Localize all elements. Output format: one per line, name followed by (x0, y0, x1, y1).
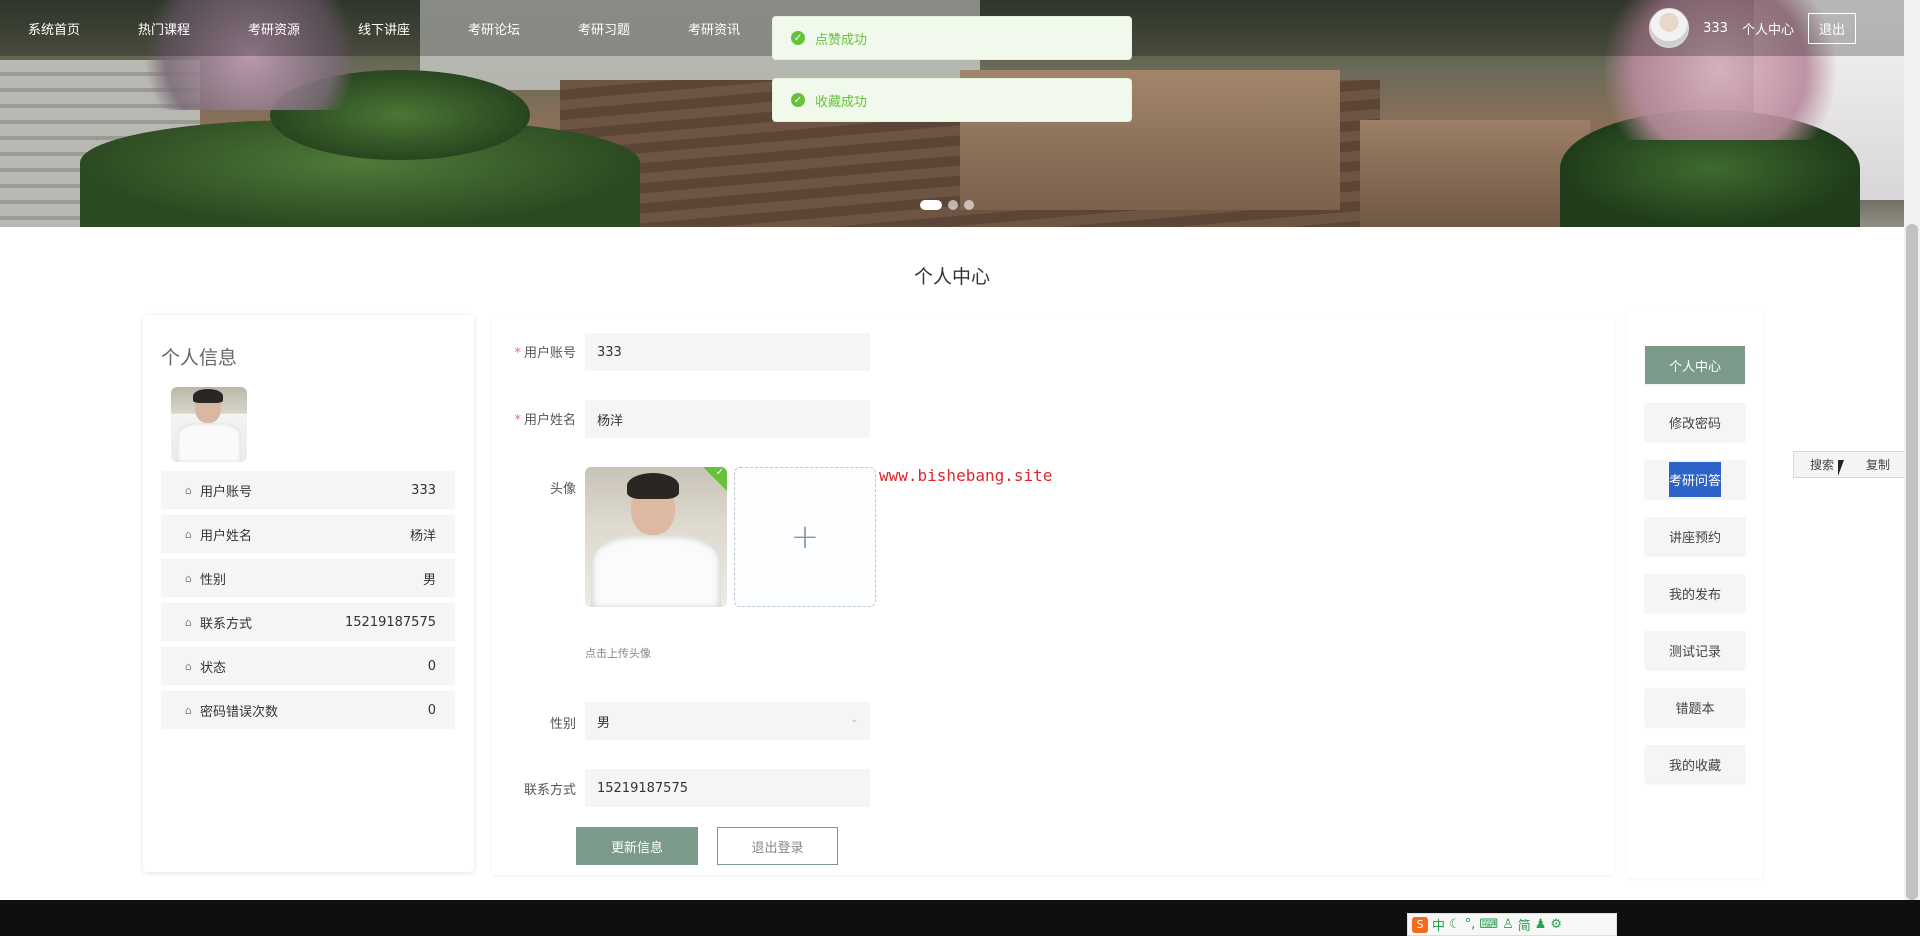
selection-context-menu: 搜索 复制 (1793, 451, 1907, 478)
account-input[interactable]: 333 (585, 333, 870, 371)
nav-item-exercises[interactable]: 考研习题 (578, 19, 630, 38)
home-icon: ⌂ (185, 483, 192, 497)
profile-heading: 个人信息 (161, 347, 238, 369)
toast-like-success: ✓ 点赞成功 (772, 16, 1132, 60)
ime-logo-icon: S (1412, 916, 1428, 933)
gender-select[interactable]: 男 ⌄ (585, 702, 870, 740)
gender-label: 性别 (549, 717, 576, 732)
sidebar-item-password[interactable]: 修改密码 (1645, 403, 1745, 441)
profile-info-list: ⌂ 用户账号 333 ⌂ 用户姓名 杨洋 ⌂ 性别 男 ⌂ 联系方式 152191875… (161, 471, 455, 735)
carousel-dot-1[interactable] (920, 200, 942, 210)
moon-icon[interactable]: ☾ (1449, 917, 1461, 932)
nav-item-home[interactable]: 系统首页 (28, 19, 80, 38)
info-label: 状态 (200, 660, 227, 676)
info-label: 用户姓名 (200, 528, 253, 544)
check-circle-icon: ✓ (791, 93, 805, 107)
info-row-name: ⌂ 用户姓名 杨洋 (161, 515, 455, 553)
info-value: 333 (411, 482, 436, 498)
sidebar-item-lecture-booking[interactable]: 讲座预约 (1645, 517, 1745, 555)
toast-text: 点赞成功 (815, 32, 868, 48)
sidebar-item-wrong-questions[interactable]: 错题本 (1645, 688, 1745, 726)
profile-card: 个人信息 ⌂ 用户账号 333 ⌂ 用户姓名 杨洋 ⌂ 性别 男 ⌂ 联系方式 1521… (143, 315, 474, 872)
mouse-cursor-icon (1838, 460, 1844, 476)
check-circle-icon: ✓ (791, 31, 805, 45)
home-icon: ⌂ (185, 571, 192, 585)
copy-menu-item[interactable]: 复制 (1866, 456, 1890, 473)
update-info-button[interactable]: 更新信息 (576, 827, 698, 865)
nav-item-lectures[interactable]: 线下讲座 (358, 19, 410, 38)
info-label: 密码错误次数 (200, 704, 279, 720)
phone-input[interactable]: 15219187575 (585, 769, 870, 807)
taskbar (0, 900, 1920, 936)
user-icon[interactable]: ♙ (1502, 917, 1514, 932)
info-row-phone: ⌂ 联系方式 15219187575 (161, 603, 455, 641)
check-icon: ✓ (715, 467, 724, 478)
home-icon: ⌂ (185, 703, 192, 717)
avatar-upload-button[interactable]: + (734, 467, 876, 607)
name-input[interactable]: 杨洋 (585, 400, 870, 438)
punctuation-icon[interactable]: °, (1465, 917, 1476, 932)
keyboard-icon[interactable]: ⌨ (1479, 917, 1498, 932)
nav-item-news[interactable]: 考研资讯 (688, 19, 740, 38)
info-row-password-errors: ⌂ 密码错误次数 0 (161, 691, 455, 729)
home-icon: ⌂ (185, 527, 192, 541)
nav-item-forum[interactable]: 考研论坛 (468, 19, 520, 38)
info-row-status: ⌂ 状态 0 (161, 647, 455, 685)
carousel-indicators (920, 200, 974, 210)
username: 333 (1703, 20, 1728, 36)
ime-mode[interactable]: 中 (1432, 915, 1445, 934)
nav-item-resources[interactable]: 考研资源 (248, 19, 300, 38)
avatar[interactable] (1649, 8, 1690, 48)
banner-bench (1360, 120, 1590, 227)
sidebar-item-favorites[interactable]: 我的收藏 (1645, 745, 1745, 783)
scrollbar-thumb[interactable] (1906, 224, 1918, 900)
search-menu-item[interactable]: 搜索 (1810, 456, 1834, 473)
info-label: 性别 (200, 572, 227, 588)
home-icon: ⌂ (185, 615, 192, 629)
avatar-preview[interactable]: ✓ (585, 467, 727, 607)
nav-personal-center[interactable]: 个人中心 (1742, 19, 1794, 38)
page-title: 个人中心 (913, 266, 990, 288)
info-label: 用户账号 (200, 484, 253, 500)
toast-text: 收藏成功 (815, 94, 868, 110)
logout-button[interactable]: 退出登录 (717, 827, 838, 865)
gender-value: 男 (597, 715, 611, 731)
toast-favorite-success: ✓ 收藏成功 (772, 78, 1132, 122)
phone-label: 联系方式 (523, 783, 576, 798)
sidebar-item-qa[interactable]: 考研问答 (1645, 460, 1745, 498)
info-value: 0 (427, 702, 436, 718)
selected-text: 考研问答 (1668, 461, 1721, 497)
user-area: 333 个人中心 退出 (1649, 8, 1856, 48)
ime-script[interactable]: 简 (1518, 915, 1531, 934)
info-row-gender: ⌂ 性别 男 (161, 559, 455, 597)
name-label: * 用户姓名 (514, 413, 576, 428)
carousel-dot-2[interactable] (948, 200, 958, 210)
sidebar-item-center[interactable]: 个人中心 (1645, 346, 1745, 384)
info-value: 0 (427, 658, 436, 674)
upload-hint: 点击上传头像 (585, 647, 651, 660)
avatar-label: 头像 (549, 482, 576, 497)
chevron-down-icon: ⌄ (850, 715, 858, 725)
ime-toolbar[interactable]: S 中 ☾ °, ⌨ ♙ 简 ♟ ⚙ (1407, 913, 1617, 936)
info-row-account: ⌂ 用户账号 333 (161, 471, 455, 509)
profile-photo (171, 387, 247, 462)
skin-icon[interactable]: ♟ (1535, 917, 1547, 932)
info-label: 联系方式 (200, 616, 253, 632)
settings-icon[interactable]: ⚙ (1550, 917, 1562, 932)
watermark-text: www.bishebang.site (879, 466, 1053, 485)
carousel-dot-3[interactable] (964, 200, 974, 210)
nav-logout-button[interactable]: 退出 (1807, 12, 1856, 44)
account-label: * 用户账号 (514, 346, 576, 361)
info-value: 杨洋 (409, 528, 436, 544)
sidebar-item-test-records[interactable]: 测试记录 (1645, 631, 1745, 669)
sidebar-item-my-posts[interactable]: 我的发布 (1645, 574, 1745, 612)
info-value: 15219187575 (345, 614, 436, 630)
nav-item-courses[interactable]: 热门课程 (138, 19, 190, 38)
info-value: 男 (422, 572, 436, 588)
home-icon: ⌂ (185, 659, 192, 673)
